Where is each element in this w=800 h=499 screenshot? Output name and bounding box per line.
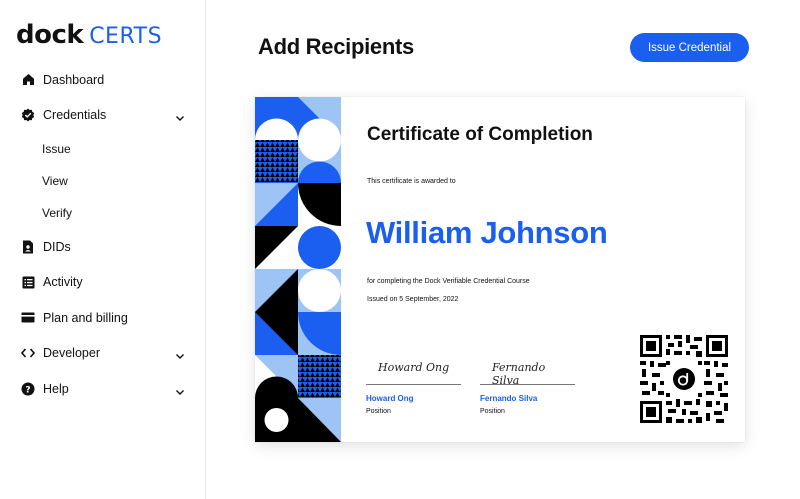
geometric-pattern: [255, 97, 341, 442]
dock-certs-logo[interactable]: dock CERTS: [16, 20, 162, 50]
home-icon: [21, 73, 35, 87]
sidebar-item-label: Help: [43, 381, 69, 396]
signature-line: [366, 384, 461, 385]
list-icon: [21, 275, 35, 289]
sidebar-nav: Dashboard Credentials Issue View Verify …: [0, 62, 205, 407]
sidebar-item-label: Activity: [43, 275, 83, 290]
course-text: for completing the Dock Verifiable Crede…: [367, 278, 530, 285]
page-title: Add Recipients: [258, 34, 414, 59]
chevron-up-icon[interactable]: [175, 110, 185, 122]
sidebar-subitem-verify[interactable]: Verify: [0, 197, 205, 229]
signatory-2: Fernando Silva Fernando Silva Position: [480, 361, 575, 415]
logo-product: CERTS: [89, 24, 163, 49]
sidebar-item-label: Plan and billing: [43, 310, 128, 325]
sidebar-item-label: Dashboard: [43, 72, 105, 87]
credit-card-icon: [21, 311, 35, 325]
sidebar-item-activity[interactable]: Activity: [0, 265, 205, 301]
sidebar-item-plan-and-billing[interactable]: Plan and billing: [0, 300, 205, 336]
verified-badge-icon: [21, 108, 35, 122]
certificate-title: Certificate of Completion: [367, 124, 593, 145]
logo-word: dock: [16, 20, 84, 50]
qr-code: [640, 335, 728, 423]
chevron-down-icon[interactable]: [175, 348, 185, 360]
sidebar-item-dashboard[interactable]: Dashboard: [0, 62, 205, 98]
svg-text:?: ?: [25, 385, 30, 395]
signatory-position: Position: [480, 408, 505, 415]
sidebar-item-help[interactable]: ? Help: [0, 371, 205, 407]
help-circle-icon: ?: [21, 382, 35, 396]
id-document-icon: [21, 240, 35, 254]
issue-credential-button[interactable]: Issue Credential: [630, 33, 749, 62]
signature-image: Howard Ong: [378, 361, 450, 374]
certificate-preview: Certificate of Completion This certifica…: [255, 97, 745, 442]
sidebar-subitem-issue[interactable]: Issue: [0, 133, 205, 165]
recipient-name: William Johnson: [366, 215, 608, 250]
signatory-name: Howard Ong: [366, 394, 414, 403]
signatory-1: Howard Ong Howard Ong Position: [366, 361, 461, 415]
signatory-position: Position: [366, 408, 391, 415]
signatory-name: Fernando Silva: [480, 394, 538, 403]
sidebar-item-developer[interactable]: Developer: [0, 336, 205, 372]
sidebar-item-dids[interactable]: DIDs: [0, 229, 205, 265]
awarded-text: This certificate is awarded to: [367, 178, 456, 185]
sidebar-item-label: Credentials: [43, 108, 107, 123]
sidebar-item-credentials[interactable]: Credentials: [0, 98, 205, 134]
chevron-down-icon[interactable]: [175, 384, 185, 395]
signature-image: Fernando Silva: [492, 361, 546, 387]
issued-date: Issued on 5 September, 2022: [367, 296, 459, 303]
sidebar-item-label: DIDs: [43, 239, 71, 254]
sidebar-item-label: Developer: [43, 346, 100, 361]
sidebar-subitem-view[interactable]: View: [0, 165, 205, 197]
sidebar: dock CERTS Dashboard Credentials Issue V…: [0, 0, 206, 499]
code-icon: [21, 346, 35, 360]
